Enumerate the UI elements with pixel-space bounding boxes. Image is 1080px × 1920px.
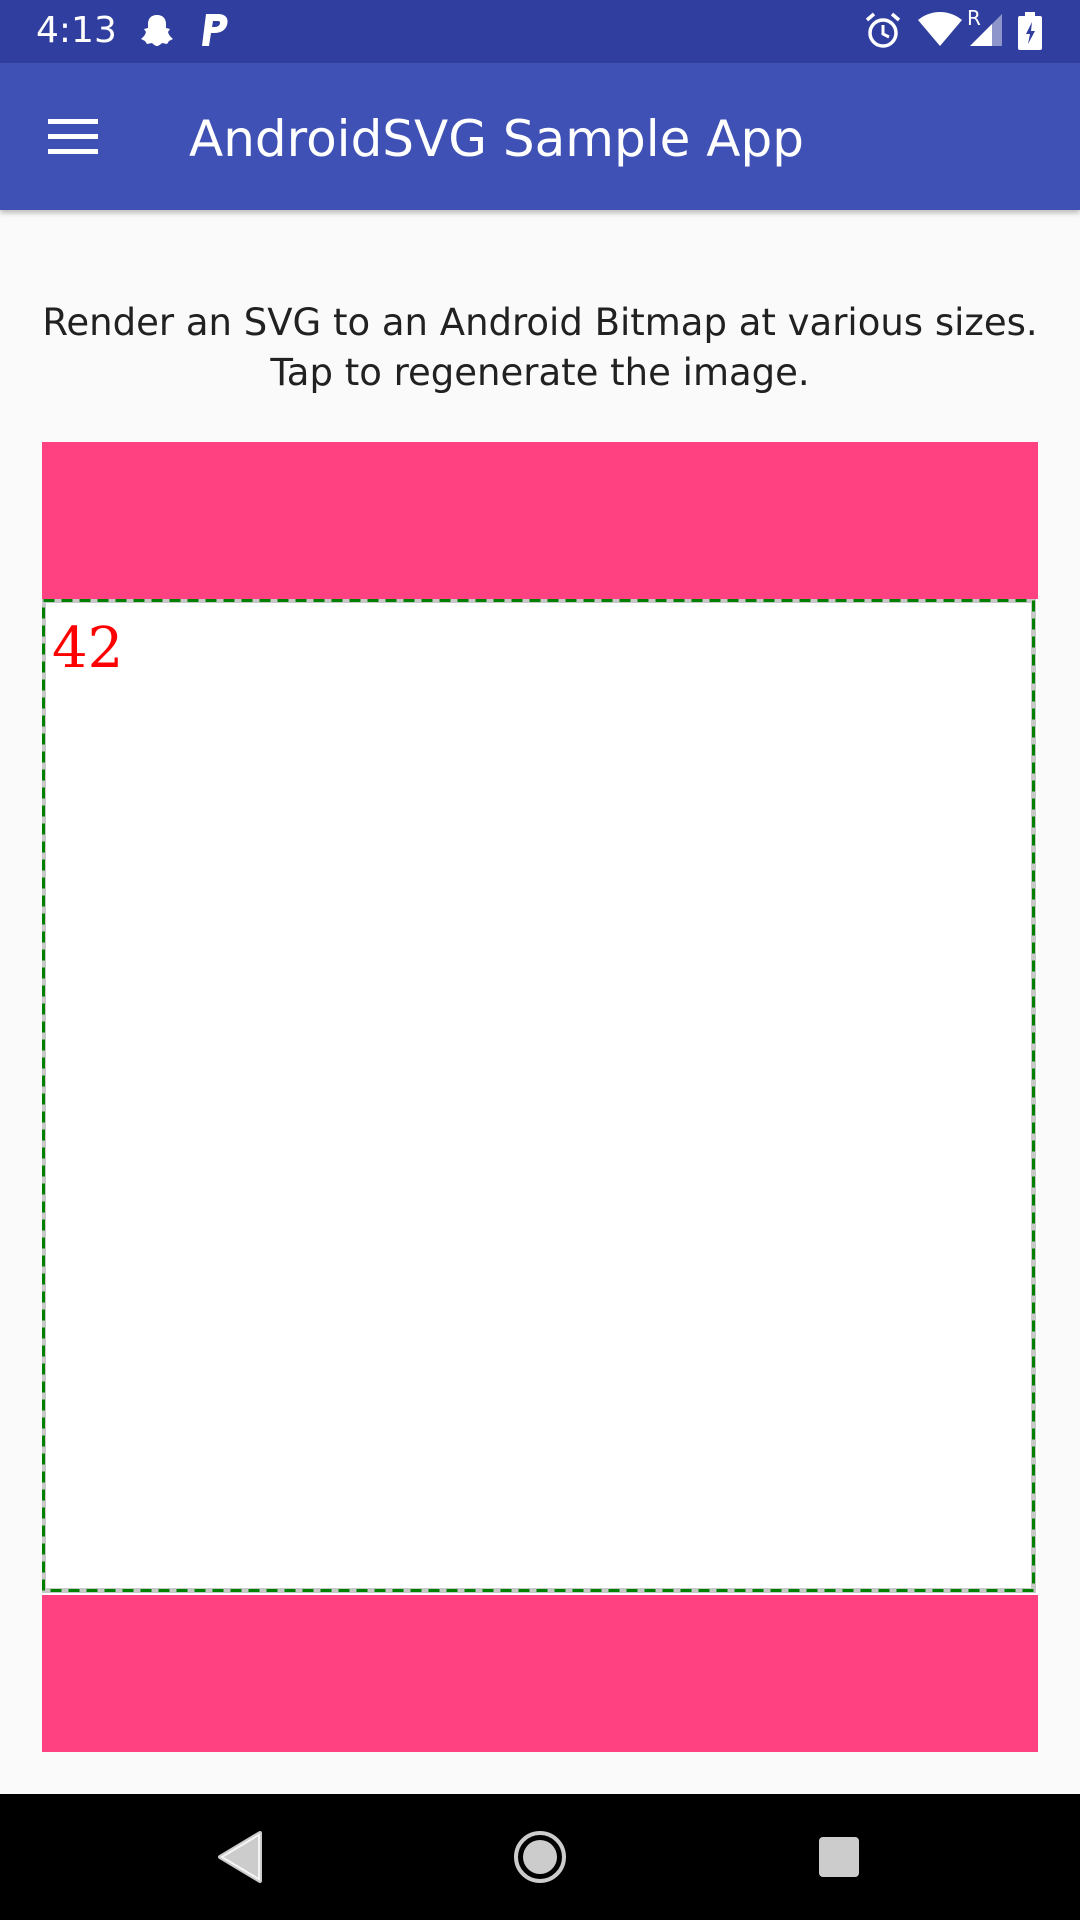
home-icon[interactable] [511, 1827, 569, 1887]
svg-bitmap-view[interactable]: 42 [42, 442, 1038, 1752]
alarm-icon [865, 12, 901, 48]
rendered-svg[interactable]: 42 [42, 599, 1038, 1595]
app-bar: AndroidSVG Sample App [0, 63, 1080, 210]
svg-number-text: 42 [52, 616, 124, 681]
status-bar: 4:13 R [0, 0, 1080, 63]
menu-icon[interactable] [36, 113, 108, 161]
bitmap-padding-bottom [42, 1595, 1038, 1752]
recents-icon[interactable] [814, 1827, 864, 1887]
dashed-border [42, 599, 1036, 1593]
wifi-icon [918, 12, 962, 46]
app-title: AndroidSVG Sample App [189, 110, 804, 168]
navigation-bar [0, 1794, 1080, 1920]
status-time: 4:13 [36, 10, 117, 51]
description-text: Render an SVG to an Android Bitmap at va… [20, 298, 1060, 398]
paypal-icon [202, 14, 228, 46]
signal-icon [970, 14, 1002, 46]
bitmap-padding-top [42, 442, 1038, 599]
back-icon[interactable] [214, 1827, 264, 1887]
battery-icon [1018, 12, 1042, 50]
description-line-1: Render an SVG to an Android Bitmap at va… [42, 301, 1038, 344]
description-line-2: Tap to regenerate the image. [270, 351, 810, 394]
snapchat-icon [141, 15, 173, 46]
